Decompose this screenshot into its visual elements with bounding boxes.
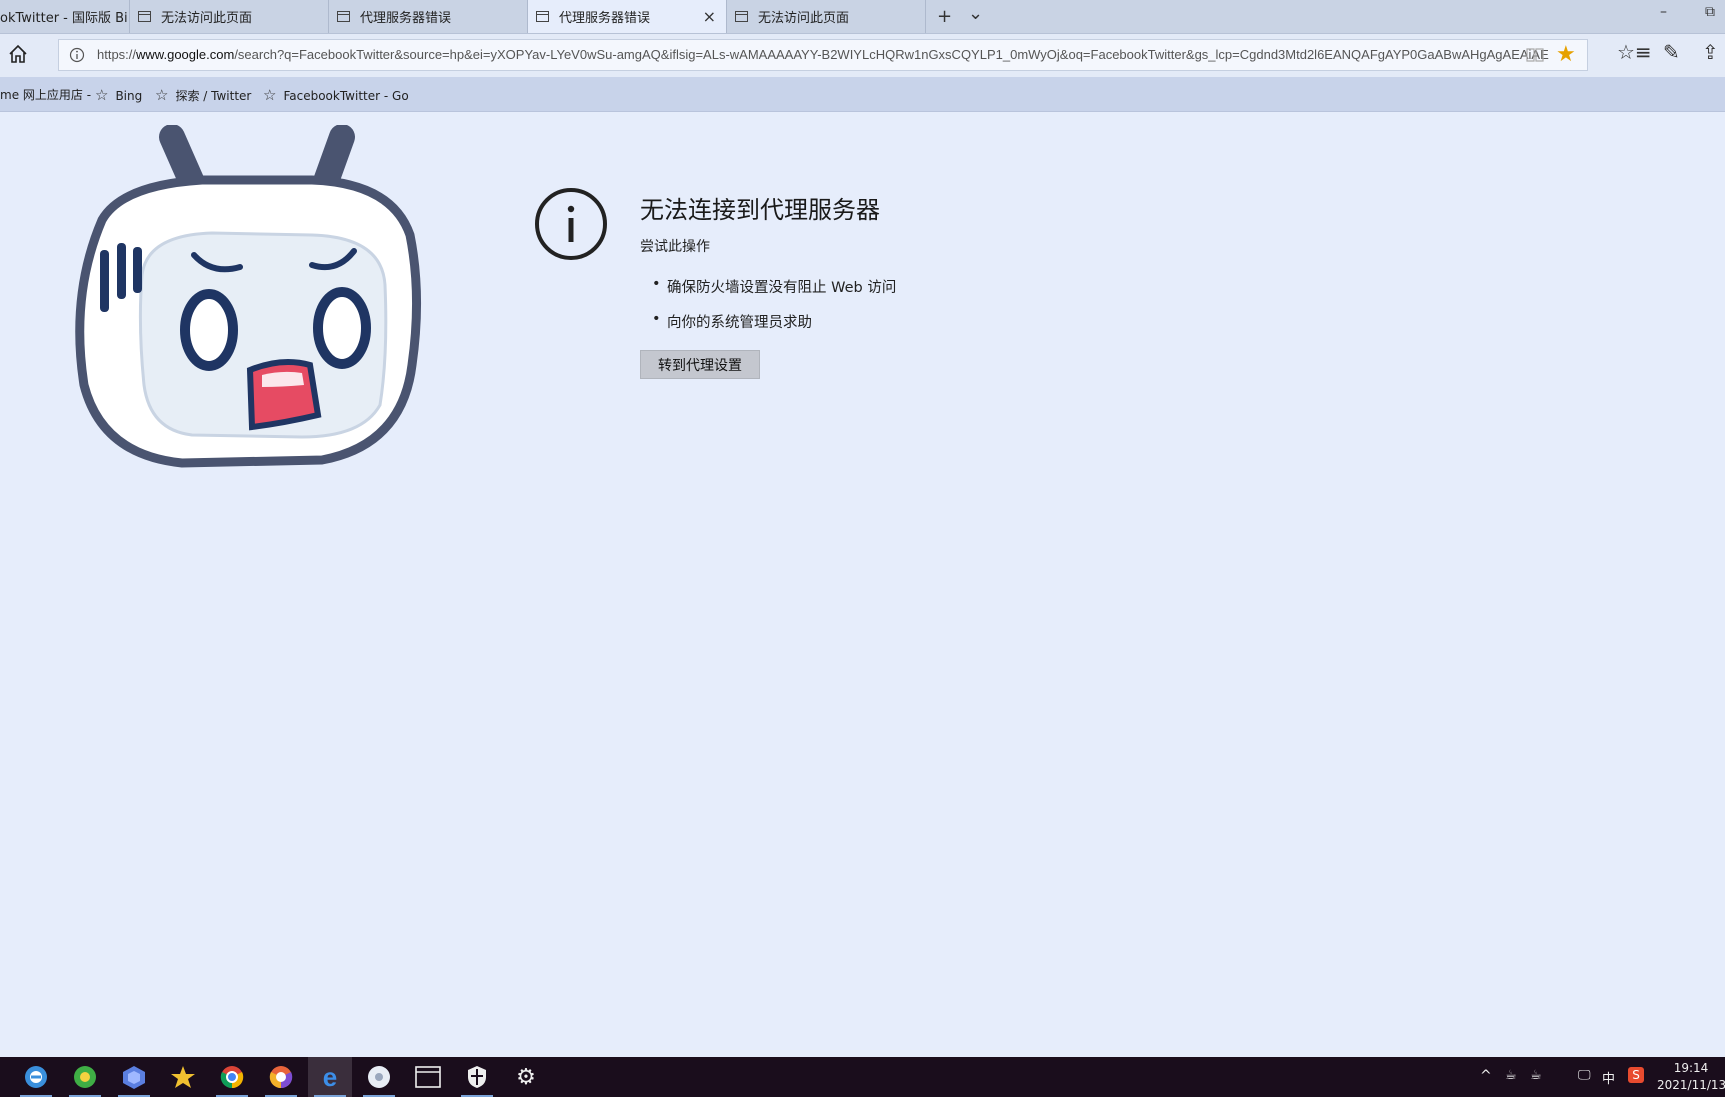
favorite-item[interactable]: ☆ FacebookTwitter - Go — [263, 86, 409, 104]
url-path: /search?q=FacebookTwitter&source=hp&ei=y… — [234, 47, 1549, 62]
tab-title: 无法访问此页面 — [758, 11, 850, 26]
tab-title: 代理服务器错误 — [360, 11, 452, 26]
tab-2[interactable]: 无法访问此页面 — [130, 0, 329, 33]
error-subtitle: 尝试此操作 — [640, 239, 710, 255]
proxy-settings-button[interactable]: 转到代理设置 — [640, 350, 760, 379]
chrome-icon[interactable] — [210, 1057, 254, 1097]
favorite-label: me 网上应用店 - — [0, 88, 92, 102]
page-icon — [536, 11, 549, 22]
reading-view-icon[interactable] — [1526, 47, 1544, 63]
tab-4-active[interactable]: 代理服务器错误 × — [528, 0, 727, 33]
tab-1[interactable]: okTwitter - 国际版 Bi — [0, 0, 130, 33]
edge-legacy-icon[interactable] — [14, 1057, 58, 1097]
url-host: www.google.com — [136, 47, 235, 62]
url-text[interactable]: https://www.google.com/search?q=Facebook… — [97, 47, 1567, 62]
close-tab-icon[interactable]: × — [703, 7, 716, 26]
home-icon[interactable] — [7, 43, 29, 65]
favorite-item[interactable]: me 网上应用店 - — [0, 86, 91, 103]
error-mascot-illustration — [75, 125, 422, 468]
app-store-icon[interactable] — [112, 1057, 156, 1097]
star-outline-icon: ☆ — [263, 86, 277, 104]
tab-3[interactable]: 代理服务器错误 — [329, 0, 528, 33]
favorite-star-icon[interactable]: ★ — [1556, 44, 1576, 66]
info-icon[interactable] — [69, 47, 85, 63]
restore-button[interactable]: ⧉ — [1705, 4, 1715, 20]
tab-5[interactable]: 无法访问此页面 — [727, 0, 926, 33]
360-browser-icon[interactable] — [63, 1057, 107, 1097]
page-icon — [337, 11, 350, 22]
info-circle-icon — [535, 188, 607, 260]
favorites-bar: me 网上应用店 - ☆ Bing ☆ 探索 / Twitter ☆ Facebook… — [0, 77, 1725, 112]
settings-icon[interactable]: ⚙ — [504, 1057, 548, 1097]
page-icon — [735, 11, 748, 22]
window-icon[interactable] — [406, 1057, 450, 1097]
suggestion-list: 确保防火墙设置没有阻止 Web 访问 向你的系统管理员求助 — [652, 276, 896, 346]
edge-icon[interactable]: e — [308, 1057, 352, 1097]
tab-bar: okTwitter - 国际版 Bi 无法访问此页面 代理服务器错误 代理服务器… — [0, 0, 1725, 34]
tray-chevron-icon[interactable]: ^ — [1480, 1068, 1492, 1084]
tab-title: 代理服务器错误 — [559, 11, 651, 26]
tray-app-icon[interactable]: ☕ — [1530, 1068, 1542, 1083]
suggestion-item: 向你的系统管理员求助 — [652, 311, 896, 346]
ime-indicator[interactable]: 中 — [1602, 1068, 1615, 1087]
star-outline-icon: ☆ — [95, 86, 109, 104]
favorite-item[interactable]: ☆ Bing — [95, 86, 142, 104]
tray-app-icon[interactable]: ☕ — [1505, 1068, 1517, 1083]
clock-date: 2021/11/13 — [1657, 1078, 1725, 1092]
url-prefix: https:// — [97, 47, 137, 62]
chromium-icon[interactable] — [259, 1057, 303, 1097]
address-bar[interactable]: https://www.google.com/search?q=Facebook… — [58, 39, 1588, 71]
tab-list-button[interactable]: ⌄ — [968, 3, 983, 24]
network-icon[interactable]: 🖵 — [1578, 1068, 1591, 1083]
web-app-icon[interactable] — [357, 1057, 401, 1097]
clock[interactable]: 19:14 2021/11/13 — [1657, 1060, 1725, 1094]
taskbar: e ⚙ ^ ☕ ☕ 🖵 中 S 19:14 2021/11/13 — [0, 1057, 1725, 1097]
tab-title: 无法访问此页面 — [161, 11, 253, 26]
favorites-app-icon[interactable] — [161, 1057, 205, 1097]
favorite-label: Bing — [115, 89, 143, 103]
suggestion-item: 确保防火墙设置没有阻止 Web 访问 — [652, 276, 896, 311]
share-icon[interactable]: ⇪ — [1702, 40, 1719, 64]
tab-title: okTwitter - 国际版 Bi — [0, 11, 128, 26]
minimize-button[interactable]: – — [1660, 4, 1667, 20]
error-title: 无法连接到代理服务器 — [640, 196, 880, 224]
security-icon[interactable] — [455, 1057, 499, 1097]
address-row: https://www.google.com/search?q=Facebook… — [0, 34, 1725, 77]
favorite-label: 探索 / Twitter — [175, 89, 252, 103]
favorite-label: FacebookTwitter - Go — [283, 89, 409, 103]
new-tab-button[interactable]: + — [937, 6, 952, 27]
clock-time: 19:14 — [1673, 1061, 1709, 1075]
favorite-item[interactable]: ☆ 探索 / Twitter — [155, 86, 251, 104]
favorites-hub-icon[interactable]: ☆≡ — [1617, 40, 1652, 64]
sogou-ime-icon[interactable]: S — [1628, 1067, 1644, 1083]
star-outline-icon: ☆ — [155, 86, 169, 104]
pen-icon[interactable]: ✎ — [1663, 40, 1680, 64]
page-icon — [138, 11, 151, 22]
